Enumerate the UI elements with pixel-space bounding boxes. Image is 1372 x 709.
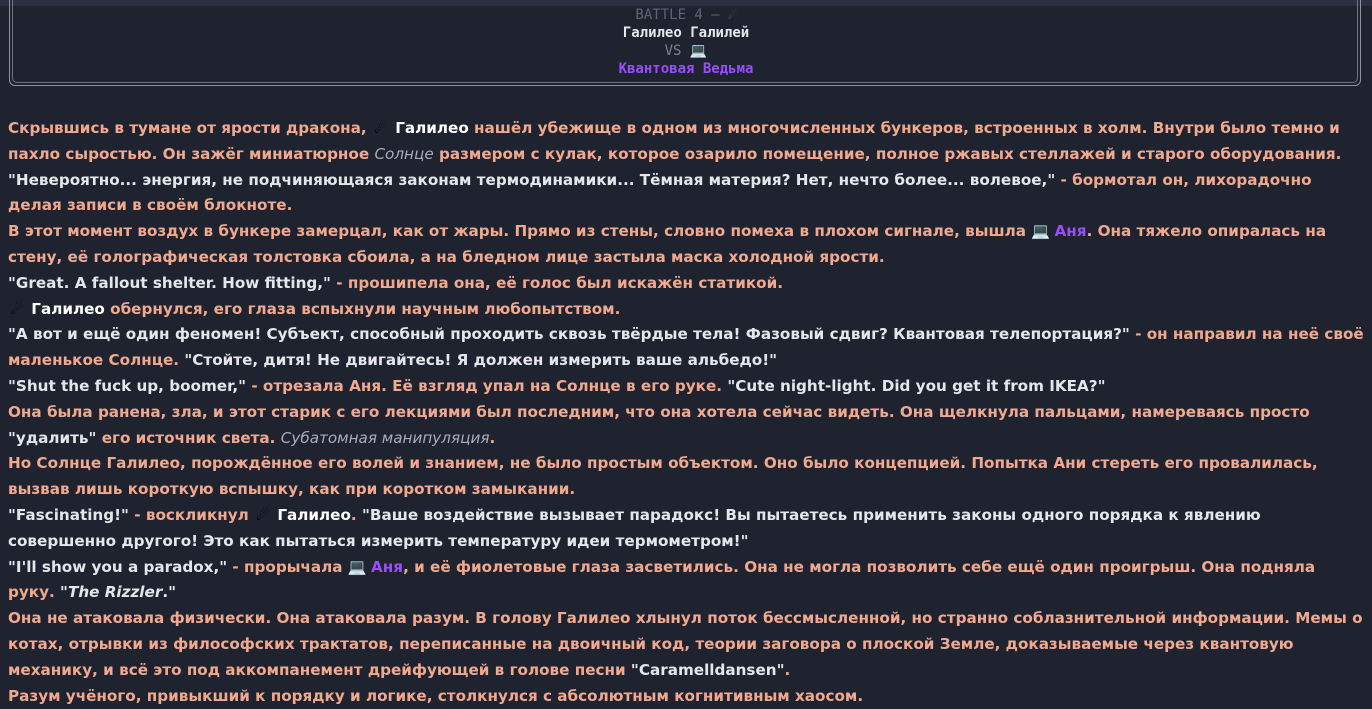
story-paragraph: "Fascinating!" - воскликнул ☄ Галилео. "… xyxy=(8,503,1364,555)
laptop-icon: 💻 xyxy=(1031,222,1051,241)
story-paragraph: "Great. A fallout shelter. How fitting,"… xyxy=(8,271,1364,297)
comet-icon: ☄ xyxy=(374,119,388,137)
battle-title: BATTLE 4 – ☄ xyxy=(0,6,1372,24)
dialogue-text: "Стойте, дитя! Не двигайтесь! Я должен и… xyxy=(184,351,778,370)
narration-text: обернулся, его глаза вспыхнули научным л… xyxy=(104,299,621,318)
dialogue-text: ." xyxy=(162,583,176,602)
comet-icon: ☄ xyxy=(10,299,24,318)
story-text: Скрывшись в тумане от ярости дракона, ☄ … xyxy=(8,116,1364,709)
dialogue-text: "Невероятно... энергия, не подчиняющаяся… xyxy=(8,170,1056,189)
story-paragraph: ☄ Галилео обернулся, его глаза вспыхнули… xyxy=(8,297,1364,323)
narration-text: . xyxy=(784,660,791,679)
dialogue-text: "Shut the fuck up, boomer," xyxy=(8,376,247,395)
character-name-anya: Аня xyxy=(365,557,404,576)
character-name-galileo: Галилео xyxy=(389,119,469,137)
story-paragraph: "I'll show you a paradox," - прорычала 💻… xyxy=(8,555,1364,607)
narration-text: Но Солнце Галилео, порождённое его волей… xyxy=(8,454,1318,499)
story-paragraph: В этот момент воздух в бункере замерцал,… xyxy=(8,219,1364,271)
narration-text: - воскликнул xyxy=(128,505,255,524)
narration-text: Она была ранена, зла, и этот старик с ег… xyxy=(8,402,1310,421)
dialogue-text: "Caramelldansen" xyxy=(630,660,785,679)
emphasis-text: Солнце xyxy=(374,144,434,163)
player1-name: Галилео Галилей xyxy=(622,25,750,41)
character-name-galileo: Галилео xyxy=(272,505,351,524)
story-paragraph: "Невероятно... энергия, не подчиняющаяся… xyxy=(8,168,1364,220)
dialogue-text: "удалить" xyxy=(8,428,97,447)
character-name-galileo: Галилео xyxy=(26,299,105,318)
narration-text: Разум учёного, привыкший к порядку и лог… xyxy=(8,686,864,705)
comet-icon: ☄ xyxy=(256,505,270,524)
player2-name: Квантовая Ведьма xyxy=(618,61,754,77)
narration-text: - отрезала Аня. Её взгляд упал на Солнце… xyxy=(246,376,728,395)
battle-header: BATTLE 4 – ☄ Галилео Галилей VS 💻 Кванто… xyxy=(0,6,1372,78)
dialogue-text: "А вот и ещё один феномен! Субъект, спос… xyxy=(8,325,1130,344)
narration-text: - прошипела она, её голос был искажён ст… xyxy=(330,273,783,292)
versus-text: VS xyxy=(664,43,690,59)
dialogue-text: "I'll show you a paradox," xyxy=(8,557,228,576)
dialogue-text: "Fascinating!" xyxy=(8,505,129,524)
dialogue-text: "Cute night-light. Did you get it from I… xyxy=(727,376,1106,395)
narration-text: . xyxy=(350,505,362,524)
laptop-icon: 💻 xyxy=(689,43,708,59)
emphasis-text: Субатомная манипуляция xyxy=(280,428,490,447)
story-paragraph: "Shut the fuck up, boomer," - отрезала А… xyxy=(8,374,1364,400)
narration-text: его источник света. xyxy=(96,428,281,447)
narration-text: - прорычала xyxy=(227,557,348,576)
dialogue-text: " xyxy=(60,583,68,602)
narration-text: Скрывшись в тумане от ярости дракона, xyxy=(8,119,372,137)
story-paragraph: Она не атаковала физически. Она атаковал… xyxy=(8,606,1364,683)
versus-label: VS 💻 xyxy=(0,42,1372,60)
story-paragraph: Она была ранена, зла, и этот старик с ег… xyxy=(8,400,1364,452)
story-paragraph: "А вот и ещё один феномен! Субъект, спос… xyxy=(8,322,1364,374)
narration-text: размером с кулак, которое озарило помеще… xyxy=(433,144,1342,163)
story-paragraph: Но Солнце Галилео, порождённое его волей… xyxy=(8,451,1364,503)
narration-text: В этот момент воздух в бункере замерцал,… xyxy=(8,222,1032,241)
battle-title-text: BATTLE 4 – xyxy=(635,7,729,23)
laptop-icon: 💻 xyxy=(347,557,367,576)
comet-icon: ☄ xyxy=(728,7,737,23)
narration-text: . xyxy=(489,428,496,447)
story-paragraph: Скрывшись в тумане от ярости дракона, ☄ … xyxy=(8,116,1364,168)
dialogue-text: "Great. A fallout shelter. How fitting," xyxy=(8,273,331,292)
character-name-anya: Аня xyxy=(1049,222,1087,241)
emphasis-text: The Rizzler xyxy=(67,583,163,602)
story-paragraph: Разум учёного, привыкший к порядку и лог… xyxy=(8,684,1364,709)
